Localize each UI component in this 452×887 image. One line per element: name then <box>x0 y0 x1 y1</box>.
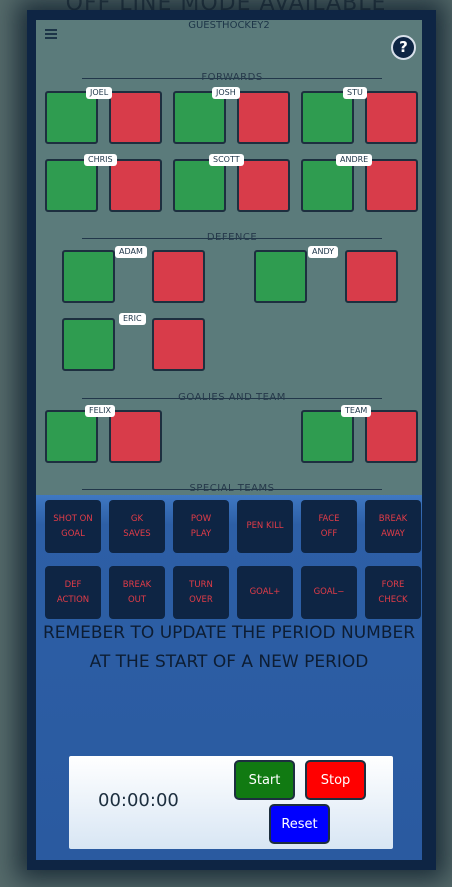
team-minus-button[interactable] <box>365 410 418 463</box>
joel-minus-button[interactable] <box>109 91 162 144</box>
special-teams-heading: SPECIAL TEAMS <box>189 483 275 494</box>
felix-minus-button[interactable] <box>109 410 162 463</box>
turn-over-button[interactable]: TURN OVER <box>173 566 229 619</box>
player-label-scott: SCOTT <box>209 154 244 166</box>
page-title: GUESTHOCKEY2 <box>188 20 270 31</box>
scott-plus-button[interactable] <box>173 159 226 212</box>
andy-minus-button[interactable] <box>345 250 398 303</box>
eric-minus-button[interactable] <box>152 318 205 371</box>
chris-minus-button[interactable] <box>109 159 162 212</box>
forwards-heading: FORWARDS <box>201 72 263 83</box>
player-label-joel: JOEL <box>86 87 113 99</box>
stu-minus-button[interactable] <box>365 91 418 144</box>
team-plus-button[interactable] <box>301 410 354 463</box>
game-timer: 00:00:00 <box>98 790 179 811</box>
gk-saves-button[interactable]: GK SAVES <box>109 500 165 553</box>
player-label-adam: ADAM <box>115 246 147 258</box>
start-button[interactable]: Start <box>234 760 295 800</box>
period-reminder: REMEBER TO UPDATE THE PERIOD NUMBER AT T… <box>42 623 416 672</box>
goal-minus-button[interactable]: GOAL− <box>301 566 357 619</box>
eric-plus-button[interactable] <box>62 318 115 371</box>
player-label-felix: FELIX <box>85 405 115 417</box>
player-label-andy: ANDY <box>308 246 339 258</box>
help-icon[interactable]: ? <box>391 35 416 60</box>
fore-check-button[interactable]: FORE CHECK <box>365 566 421 619</box>
player-label-eric: ERIC <box>119 313 146 325</box>
player-label-chris: CHRIS <box>84 154 117 166</box>
face-off-button[interactable]: FACE OFF <box>301 500 357 553</box>
goal-plus-button[interactable]: GOAL+ <box>237 566 293 619</box>
player-label-josh: JOSH <box>212 87 240 99</box>
pow-play-button[interactable]: POW PLAY <box>173 500 229 553</box>
defence-heading: DEFENCE <box>206 232 258 243</box>
adam-plus-button[interactable] <box>62 250 115 303</box>
adam-minus-button[interactable] <box>152 250 205 303</box>
reset-button[interactable]: Reset <box>269 804 330 844</box>
andre-plus-button[interactable] <box>301 159 354 212</box>
scott-minus-button[interactable] <box>237 159 290 212</box>
chris-plus-button[interactable] <box>45 159 98 212</box>
player-label-stu: STU <box>343 87 367 99</box>
stop-button[interactable]: Stop <box>305 760 366 800</box>
app-screen: GUESTHOCKEY2 ? FORWARDS JOEL JOSH STU CH… <box>36 20 422 860</box>
pen-kill-button[interactable]: PEN KILL <box>237 500 293 553</box>
break-away-button[interactable]: BREAK AWAY <box>365 500 421 553</box>
timer-panel: 00:00:00 Start Stop Reset <box>69 756 393 849</box>
andre-minus-button[interactable] <box>365 159 418 212</box>
hamburger-menu-icon[interactable] <box>45 29 57 39</box>
break-out-button[interactable]: BREAK OUT <box>109 566 165 619</box>
player-label-team: TEAM <box>341 405 372 417</box>
goalies-team-heading: GOALIES AND TEAM <box>178 392 286 403</box>
felix-plus-button[interactable] <box>45 410 98 463</box>
josh-minus-button[interactable] <box>237 91 290 144</box>
player-label-andre: ANDRE <box>336 154 373 166</box>
def-action-button[interactable]: DEF ACTION <box>45 566 101 619</box>
andy-plus-button[interactable] <box>254 250 307 303</box>
shot-on-goal-button[interactable]: SHOT ON GOAL <box>45 500 101 553</box>
